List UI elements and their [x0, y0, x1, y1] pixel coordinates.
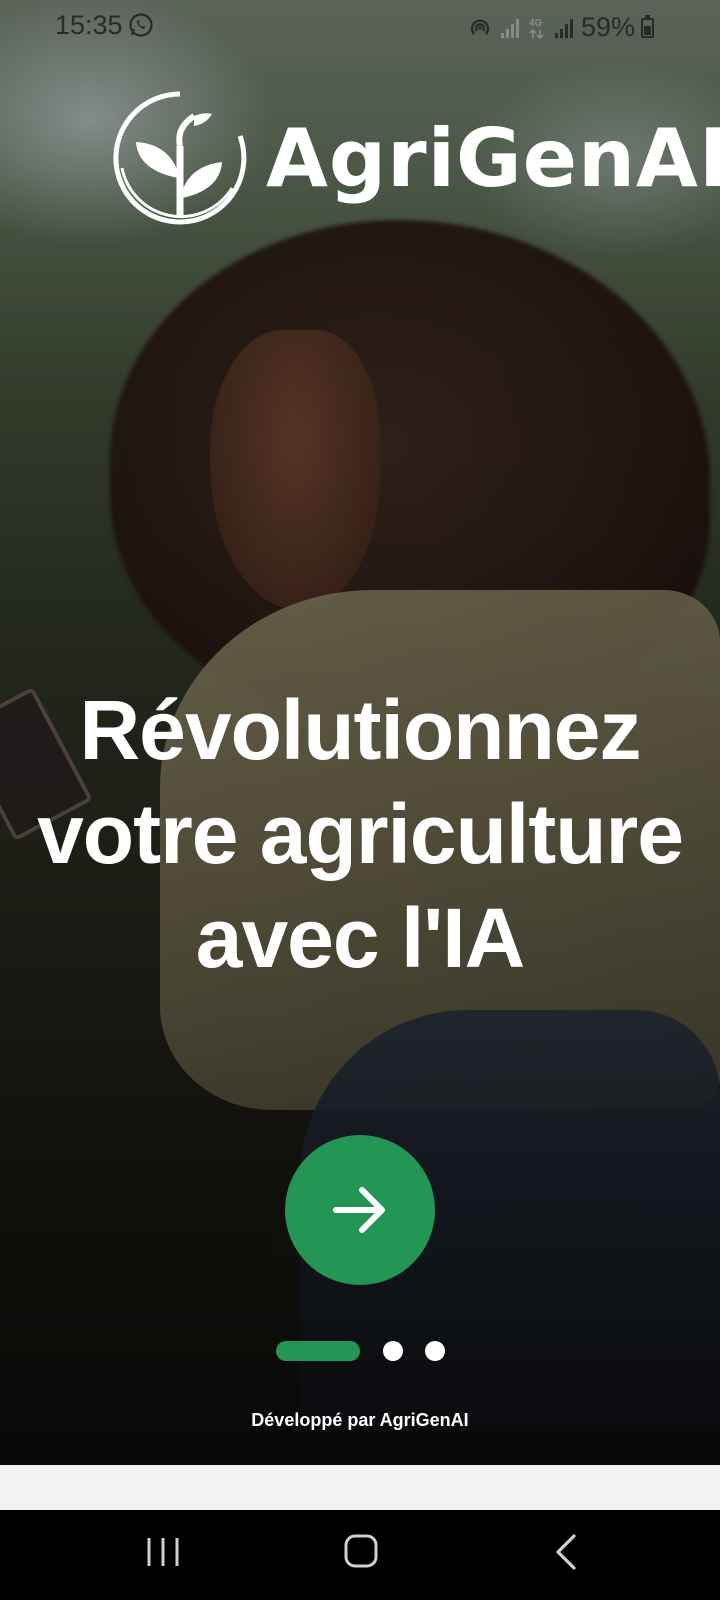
page-indicator-dot: [425, 1341, 445, 1361]
svg-text:4G: 4G: [529, 18, 543, 29]
headline-line: Révolutionnez: [79, 683, 641, 777]
headline-line: votre agriculture: [37, 787, 684, 881]
signal-icon: [500, 18, 519, 38]
hero-headline: Révolutionnez votre agriculture avec l'I…: [0, 678, 720, 990]
signal-icon: [554, 18, 573, 38]
headline-line: avec l'IA: [195, 891, 526, 985]
status-icons: 4G 59%: [467, 12, 654, 43]
sprout-logo-icon: [113, 91, 247, 225]
bottom-strip: [0, 1465, 720, 1510]
next-button[interactable]: [285, 1135, 435, 1285]
arrow-right-icon: [333, 1187, 385, 1233]
4g-icon: 4G: [529, 18, 544, 39]
home-icon[interactable]: [342, 1530, 386, 1574]
recents-icon[interactable]: [143, 1532, 183, 1572]
developer-credit: Développé par AgriGenAI: [251, 1410, 469, 1430]
onboarding-screen: 15:35 4G 59% AgriGenAI Révolutionnez vot…: [0, 0, 720, 1465]
battery-percentage: 59%: [580, 12, 635, 42]
app-logo: AgriGenAI: [110, 88, 720, 228]
system-nav-bar: [0, 1510, 720, 1600]
page-indicator-dot: [383, 1341, 403, 1361]
battery-icon: [641, 14, 654, 38]
back-icon[interactable]: [548, 1530, 584, 1574]
status-bar: 15:35 4G 59%: [0, 0, 720, 52]
brand-name: AgriGenAI: [266, 111, 720, 205]
hotspot-icon: [470, 19, 490, 35]
page-indicator-active: [276, 1341, 360, 1361]
status-time: 15:35: [55, 10, 123, 40]
page-indicator: [276, 1340, 445, 1362]
whatsapp-icon: [129, 13, 153, 37]
